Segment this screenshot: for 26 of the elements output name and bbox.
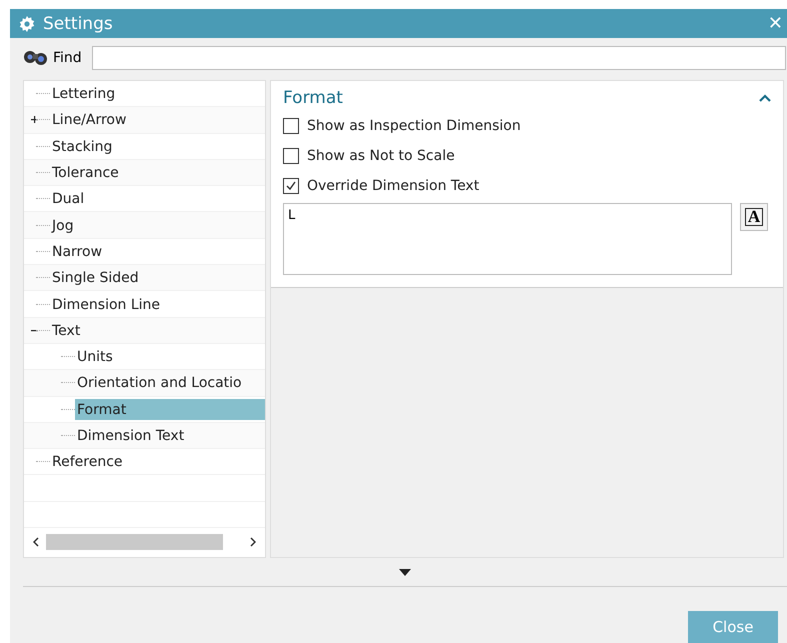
section-title: Format	[283, 88, 343, 108]
gear-icon	[19, 16, 35, 32]
checkbox-label: Override Dimension Text	[307, 178, 480, 194]
tree-item[interactable]: Reference	[50, 451, 265, 472]
find-field[interactable]	[92, 46, 786, 70]
tree-item[interactable]: Dimension Line	[50, 294, 265, 315]
binoculars-icon	[23, 48, 49, 68]
checkbox-label: Show as Inspection Dimension	[307, 118, 521, 134]
caret-down-icon[interactable]	[399, 568, 411, 576]
tree-item[interactable]: Narrow	[50, 240, 265, 262]
tree-item[interactable]: Dual	[50, 188, 265, 210]
tree-item[interactable]: Lettering	[50, 83, 265, 104]
dimension-text-field[interactable]: L	[283, 203, 732, 275]
check-icon	[285, 180, 297, 192]
checkbox[interactable]	[283, 118, 299, 134]
tree-item[interactable]: Format	[75, 398, 265, 420]
tree-item[interactable]: Units	[75, 346, 265, 368]
text-style-button[interactable]: A	[740, 203, 768, 231]
checkbox[interactable]	[283, 148, 299, 164]
expand-icon[interactable]	[30, 115, 39, 124]
checkbox[interactable]	[283, 178, 299, 194]
chevron-up-icon[interactable]	[759, 94, 771, 102]
tree-item[interactable]: Stacking	[50, 136, 265, 157]
checkbox-label: Show as Not to Scale	[307, 148, 455, 164]
find-label: Find	[53, 50, 82, 66]
window-title: Settings	[43, 14, 114, 34]
